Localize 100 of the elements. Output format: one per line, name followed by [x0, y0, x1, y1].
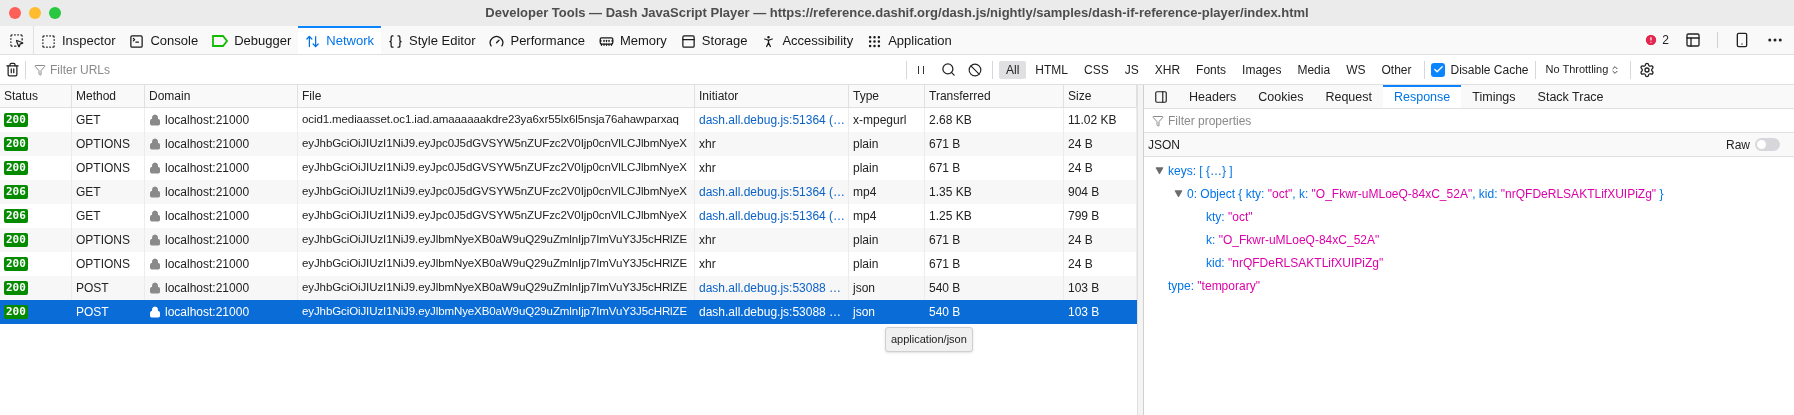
table-cell-text: localhost:21000 — [165, 280, 250, 297]
table-cell-text: 24 B — [1068, 160, 1093, 177]
trash-icon[interactable] — [5, 62, 20, 77]
table-cell-text: xhr — [699, 256, 716, 273]
detail-tab[interactable]: Stack Trace — [1526, 85, 1615, 108]
twisty-icon[interactable] — [1154, 166, 1164, 175]
raw-toggle[interactable] — [1755, 138, 1780, 151]
initiator-link[interactable]: dash.all.debug.js:51364 (… — [699, 183, 846, 201]
lock-icon — [149, 186, 161, 198]
type-filter-button[interactable]: WS — [1339, 60, 1373, 79]
column-header[interactable]: Method — [72, 85, 145, 107]
request-row[interactable]: 200 OPTIONS localhost:21000 eyJhbGciOiJIUzI1NiJ9.eyJpc0J5dGVSYW5nZUFzc2V0Ijp0cnVlLCJlbmNyeX xhr plain 671 B 24 B — [0, 132, 1137, 156]
request-row[interactable]: 200 POST localhost:21000 eyJhbGciOiJIUzI1NiJ9.eyJlbmNyeXB0aW9uQ29uZmlnIjp7ImVuY3J5cHRlZE dash.all.debug.js:53088 … json 540 B 103 B — [0, 276, 1137, 300]
table-cell-text: 24 B — [1068, 232, 1093, 249]
type-filter-button[interactable]: All — [999, 60, 1027, 79]
throttling-dropdown[interactable]: No Throttling — [1535, 61, 1631, 78]
terminal-icon — [129, 33, 145, 49]
table-cell-text: localhost:21000 — [165, 256, 250, 273]
column-header[interactable]: File — [298, 85, 695, 107]
tool-tab[interactable]: Accessibility — [754, 26, 861, 54]
table-cell-text: eyJhbGciOiJIUzI1NiJ9.eyJpc0J5dGVSYW5nZUFzc2V0Ijp0cnVlLCJlbmNyeX — [302, 184, 687, 200]
detail-tab[interactable]: Cookies — [1247, 85, 1315, 108]
error-icon — [1644, 33, 1659, 47]
tool-tab[interactable]: Performance — [482, 26, 592, 54]
tool-tab[interactable]: Console — [122, 26, 206, 54]
filter-properties-field[interactable]: Filter properties — [1168, 111, 1786, 130]
table-cell-text: 799 B — [1068, 208, 1100, 225]
filter-urls-field[interactable]: Filter URLs — [50, 60, 906, 79]
detail-tab[interactable]: Headers — [1178, 85, 1248, 108]
table-cell-text: eyJhbGciOiJIUzI1NiJ9.eyJpc0J5dGVSYW5nZUFzc2V0Ijp0cnVlLCJlbmNyeX — [302, 136, 687, 152]
column-header[interactable]: Status — [0, 85, 72, 107]
table-cell-text: plain — [853, 136, 879, 153]
table-cell-text: ocid1.mediaasset.oc1.iad.amaaaaaakdre23ya6xr55lx6l5nsja76ahawparxaq — [302, 112, 679, 128]
initiator-link[interactable]: dash.all.debug.js:51364 (… — [699, 207, 846, 225]
dock-icon[interactable] — [1685, 32, 1701, 48]
type-filter-button[interactable]: Images — [1235, 60, 1289, 79]
panel-toggle-icon[interactable] — [1154, 89, 1168, 104]
table-cell-text: xhr — [699, 136, 716, 153]
responsive-icon[interactable] — [1734, 32, 1750, 48]
block-icon[interactable] — [968, 62, 982, 77]
lock-icon — [149, 282, 161, 294]
status-code: 200 — [4, 257, 28, 271]
lock-icon — [149, 306, 161, 318]
detail-tab[interactable]: Timings — [1461, 85, 1527, 108]
tool-tab[interactable]: Memory — [591, 26, 674, 54]
table-cell-text: 103 B — [1068, 304, 1100, 321]
table-cell-text: plain — [853, 256, 879, 273]
status-code: 200 — [4, 113, 28, 127]
column-header[interactable]: Transferred — [925, 85, 1064, 107]
table-cell-text: eyJhbGciOiJIUzI1NiJ9.eyJpc0J5dGVSYW5nZUFzc2V0Ijp0cnVlLCJlbmNyeX — [302, 160, 687, 176]
column-header[interactable]: Type — [849, 85, 925, 107]
type-filter-button[interactable]: CSS — [1077, 60, 1116, 79]
initiator-link[interactable]: dash.all.debug.js:53088 … — [699, 303, 842, 321]
type-filter-button[interactable]: Other — [1374, 60, 1419, 79]
status-code: 200 — [4, 161, 28, 175]
tool-tab[interactable]: Storage — [673, 26, 755, 54]
json-line: keys: [ {…} ] — [1168, 162, 1233, 180]
table-cell-text: eyJhbGciOiJIUzI1NiJ9.eyJlbmNyeXB0aW9uQ29uZmlnIjp7ImVuY3J5cHRlZE — [302, 280, 688, 296]
arrows-icon — [305, 33, 321, 49]
close-icon[interactable] — [9, 7, 21, 19]
table-cell-text: xhr — [699, 160, 716, 177]
tool-tab[interactable]: Style Editor — [381, 26, 483, 54]
pause-icon[interactable] — [917, 64, 925, 75]
checkbox[interactable] — [1431, 62, 1446, 77]
type-filter-button[interactable]: Media — [1290, 60, 1338, 79]
column-header[interactable]: Initiator — [695, 85, 849, 107]
type-filter-button[interactable]: Fonts — [1189, 60, 1234, 79]
settings-icon[interactable] — [1639, 61, 1656, 78]
table-cell-text: localhost:21000 — [165, 184, 250, 201]
tool-tab[interactable]: Debugger — [205, 26, 299, 54]
table-cell-text: OPTIONS — [76, 136, 130, 153]
table-cell-text: 671 B — [929, 136, 961, 153]
type-filter-button[interactable]: JS — [1117, 60, 1146, 79]
detail-tab[interactable]: Request — [1314, 85, 1383, 108]
initiator-link[interactable]: dash.all.debug.js:53088 … — [699, 279, 842, 297]
type-filter-button[interactable]: XHR — [1147, 60, 1188, 79]
lock-icon — [149, 138, 161, 150]
error-count[interactable]: 2 — [1644, 31, 1669, 49]
lock-icon — [149, 114, 161, 126]
table-cell-text: mp4 — [853, 208, 877, 225]
request-row[interactable]: 206 GET localhost:21000 eyJhbGciOiJIUzI1NiJ9.eyJpc0J5dGVSYW5nZUFzc2V0Ijp0cnVlLCJlbmNyeX dash.all.debug.js:51364 (… mp4 1.35 KB 904 B — [0, 180, 1137, 204]
search-icon[interactable] — [941, 62, 956, 77]
initiator-link[interactable]: dash.all.debug.js:51364 (… — [699, 111, 846, 129]
json-line: kty: "oct" — [1206, 208, 1253, 226]
tool-tab[interactable]: Application — [860, 26, 959, 54]
type-filter-button[interactable]: HTML — [1028, 60, 1075, 79]
table-cell-text: 1.25 KB — [929, 208, 972, 225]
table-cell-text: json — [853, 304, 875, 321]
tool-tab[interactable]: Inspector — [34, 26, 123, 54]
twisty-icon[interactable] — [1173, 189, 1183, 198]
storage-icon — [680, 33, 696, 49]
table-cell-text: 103 B — [1068, 280, 1100, 297]
section-title: JSON — [1148, 136, 1180, 154]
table-cell-text: mp4 — [853, 184, 877, 201]
request-row[interactable]: 200 OPTIONS localhost:21000 eyJhbGciOiJIUzI1NiJ9.eyJlbmNyeXB0aW9uQ29uZmlnIjp7ImVuY3J5cHRlZE xhr plain 671 B 24 B — [0, 228, 1137, 252]
table-cell-text: GET — [76, 112, 101, 129]
column-header[interactable]: Domain — [145, 85, 298, 107]
request-row[interactable]: 200 POST localhost:21000 eyJhbGciOiJIUzI1NiJ9.eyJlbmNyeXB0aW9uQ29uZmlnIjp7ImVuY3J5cHRlZE dash.all.debug.js:53088 … json 540 B 103 B — [0, 300, 1137, 324]
detail-tab[interactable]: Response — [1383, 85, 1462, 108]
tool-tab[interactable]: Network — [298, 26, 381, 54]
